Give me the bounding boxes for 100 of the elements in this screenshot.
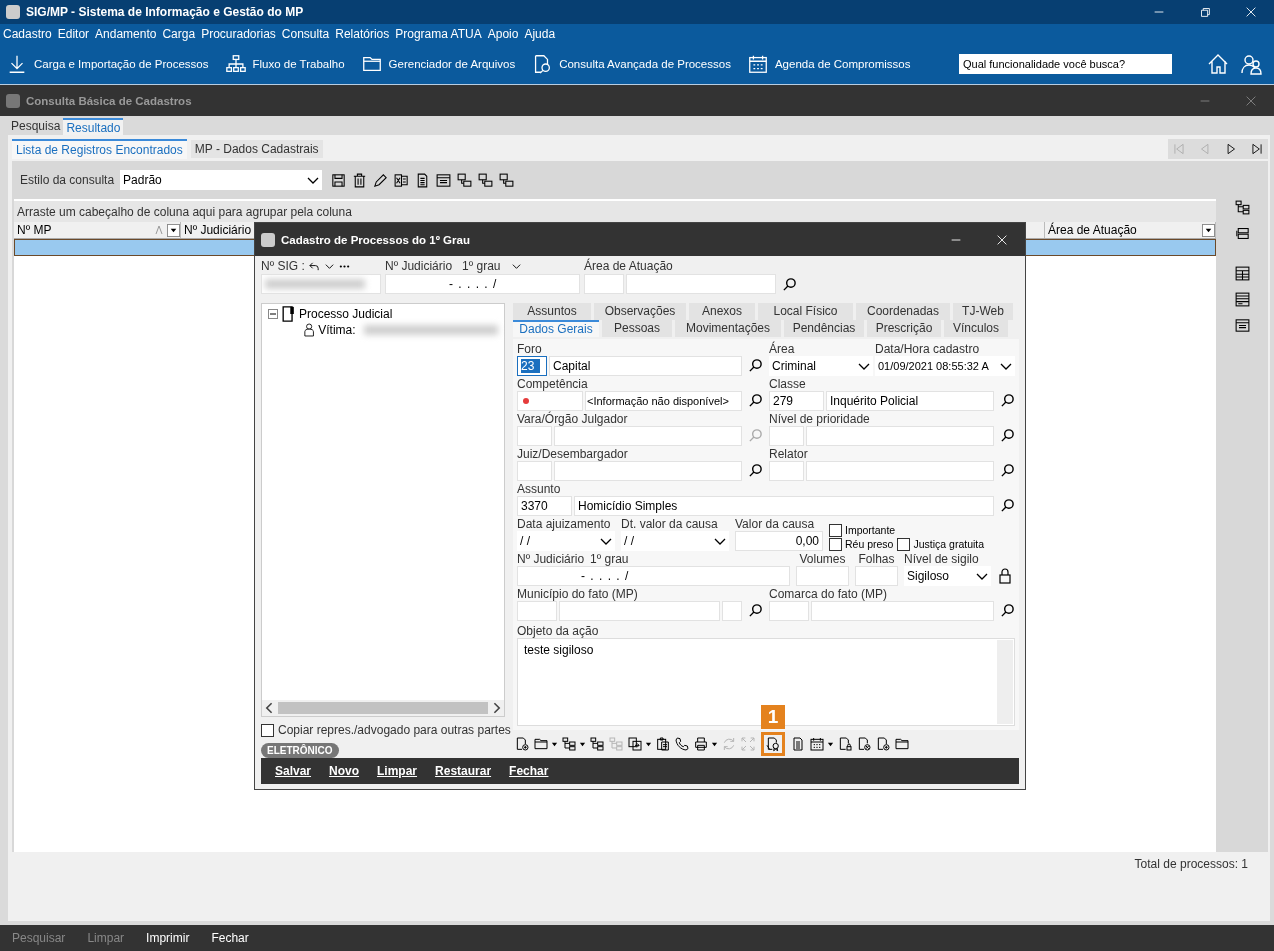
- checkbox[interactable]: [829, 537, 842, 551]
- search-icon[interactable]: [1000, 498, 1015, 514]
- next-icon[interactable]: [1224, 142, 1238, 156]
- search-icon[interactable]: [1000, 463, 1015, 479]
- input-field[interactable]: [559, 600, 720, 621]
- pencil-icon[interactable]: [372, 171, 390, 189]
- horizontal-scrollbar[interactable]: [262, 700, 504, 716]
- network-icon[interactable]: [456, 171, 474, 189]
- menu-item[interactable]: Ajuda: [524, 27, 556, 41]
- toolbar-button[interactable]: Agenda de Compromissos: [744, 51, 913, 77]
- toolbar-button[interactable]: Consulta Avançada de Processos: [529, 51, 733, 77]
- tool-button[interactable]: [514, 736, 530, 753]
- dropdown[interactable]: Sigiloso: [904, 565, 991, 586]
- tab[interactable]: Lista de Registros Encontrados: [12, 139, 187, 159]
- lock-icon[interactable]: [999, 567, 1011, 584]
- input-field[interactable]: <Informação não disponível>: [585, 390, 742, 411]
- users-icon[interactable]: [1240, 52, 1264, 76]
- tab[interactable]: Local Físico: [758, 303, 853, 320]
- vertical-scrollbar[interactable]: [997, 639, 1013, 725]
- tab[interactable]: Pesquisa: [8, 118, 64, 135]
- input-field[interactable]: [517, 600, 557, 621]
- date-dropdown[interactable]: / /: [517, 530, 615, 551]
- menu-item[interactable]: Programa ATUA: [395, 27, 482, 41]
- menu-item[interactable]: Carga: [162, 27, 196, 41]
- toolbar-button[interactable]: Carga e Importação de Processos: [4, 51, 211, 77]
- menu-item[interactable]: Editor: [57, 27, 90, 41]
- search-icon[interactable]: [1000, 393, 1015, 409]
- search-field[interactable]: Qual funcionalidade você busca?: [959, 54, 1172, 74]
- input-field[interactable]: [806, 460, 994, 481]
- input-field[interactable]: [626, 274, 776, 294]
- table-icon[interactable]: [1233, 265, 1251, 282]
- input-field[interactable]: Homicídio Simples: [574, 495, 994, 516]
- action-link[interactable]: Novo: [329, 764, 360, 778]
- menu-item[interactable]: Andamento: [95, 27, 157, 41]
- input-field[interactable]: 23: [517, 355, 547, 376]
- search-icon[interactable]: [748, 393, 763, 409]
- tool-button[interactable]: [627, 736, 652, 753]
- window-icon[interactable]: [435, 171, 453, 189]
- checkbox[interactable]: [261, 723, 274, 737]
- input-field[interactable]: [517, 460, 552, 481]
- input-field[interactable]: - . . . . /: [517, 565, 790, 586]
- search-icon[interactable]: [748, 358, 763, 374]
- network-icon[interactable]: [498, 171, 516, 189]
- restore-icon[interactable]: [1198, 5, 1212, 19]
- input-field[interactable]: [806, 425, 994, 446]
- dropdown[interactable]: 01/09/2021 08:55:32 A: [875, 355, 1015, 376]
- input-field[interactable]: 3370: [517, 495, 572, 516]
- tool-button[interactable]: [856, 736, 872, 753]
- input-field[interactable]: [811, 600, 994, 621]
- undo-icon[interactable]: [308, 260, 320, 272]
- tool-button[interactable]: [561, 736, 586, 753]
- action-link[interactable]: Imprimir: [146, 931, 190, 945]
- tool-button[interactable]: [655, 736, 671, 753]
- date-dropdown[interactable]: / /: [621, 530, 729, 551]
- toolbar-button[interactable]: Gerenciador de Arquivos: [358, 51, 518, 77]
- last-page-icon[interactable]: [1250, 142, 1264, 156]
- tree-item[interactable]: Vítima:: [318, 323, 356, 337]
- menu-item[interactable]: Procuradorias: [201, 27, 276, 41]
- filter-dropdown-icon[interactable]: [1202, 223, 1215, 237]
- window-icon[interactable]: [1233, 317, 1251, 334]
- save-icon[interactable]: [330, 171, 348, 189]
- input-field[interactable]: [584, 274, 624, 294]
- tool-button[interactable]: [837, 736, 853, 753]
- input-field[interactable]: [261, 274, 381, 294]
- dropdown[interactable]: Criminal: [769, 355, 873, 376]
- input-field[interactable]: [554, 460, 742, 481]
- input-field[interactable]: [769, 460, 804, 481]
- layers-icon[interactable]: [1233, 225, 1251, 242]
- search-icon[interactable]: [1000, 603, 1015, 619]
- input-field[interactable]: [554, 425, 742, 446]
- search-icon[interactable]: [748, 603, 763, 619]
- input-field[interactable]: [769, 600, 809, 621]
- menu-item[interactable]: Apoio: [487, 27, 519, 41]
- input-field[interactable]: [722, 600, 742, 621]
- filter-dropdown-icon[interactable]: [167, 223, 180, 237]
- collapse-icon[interactable]: [268, 309, 278, 319]
- tool-button[interactable]: [809, 736, 834, 753]
- list-icon[interactable]: [1233, 291, 1251, 308]
- action-link[interactable]: Salvar: [275, 764, 312, 778]
- tool-button[interactable]: [674, 736, 690, 753]
- tool-button[interactable]: [589, 736, 605, 753]
- input-field[interactable]: [517, 425, 552, 446]
- checkbox[interactable]: [897, 537, 911, 551]
- tab[interactable]: MP - Dados Cadastrais: [190, 140, 323, 158]
- tree-item[interactable]: Processo Judicial: [299, 307, 393, 321]
- input-field[interactable]: Capital: [549, 355, 742, 376]
- menu-item[interactable]: Consulta: [281, 27, 330, 41]
- input-field[interactable]: 279: [769, 390, 824, 411]
- tool-button[interactable]: [875, 736, 891, 753]
- toolbar-button[interactable]: Fluxo de Trabalho: [222, 51, 347, 77]
- menu-item[interactable]: Relatórios: [335, 27, 390, 41]
- action-link[interactable]: Fechar: [211, 931, 249, 945]
- tool-button[interactable]: [693, 736, 718, 753]
- action-link[interactable]: Fechar: [509, 764, 549, 778]
- tab[interactable]: Observações: [594, 303, 686, 320]
- spreadsheet-icon[interactable]: [393, 171, 411, 189]
- input-field[interactable]: [796, 565, 849, 586]
- tab[interactable]: Coordenadas: [856, 303, 950, 320]
- search-icon[interactable]: [1000, 428, 1015, 444]
- tab[interactable]: Resultado: [63, 118, 124, 135]
